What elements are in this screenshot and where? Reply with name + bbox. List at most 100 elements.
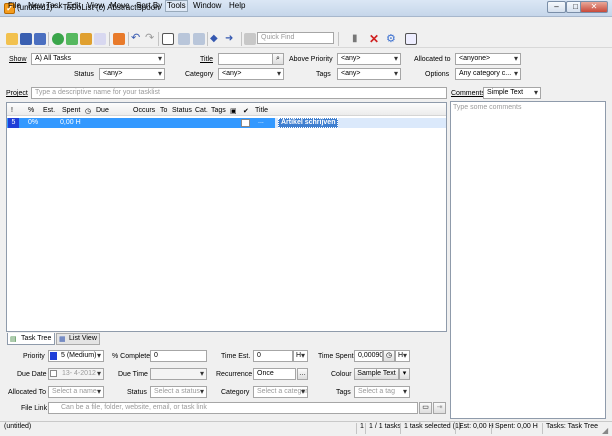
open-link-icon[interactable]: ⇥ bbox=[433, 402, 446, 414]
done-checkmark-icon: ✔ bbox=[243, 108, 249, 115]
column-header-spent[interactable]: Spent bbox=[62, 107, 80, 114]
comments-format-combo[interactable]: Simple Text bbox=[483, 87, 541, 99]
status-selected: 1 task selected (1) bbox=[400, 423, 461, 434]
options-filter-combo[interactable]: Any category c... bbox=[455, 68, 521, 80]
tags-filter-label: Tags bbox=[316, 71, 331, 78]
column-header-status[interactable]: Status bbox=[172, 107, 192, 114]
maximize-tasklist-icon[interactable] bbox=[162, 33, 174, 45]
window-layout-icon[interactable] bbox=[405, 33, 417, 45]
resize-grip-icon[interactable]: ◢ bbox=[602, 426, 608, 435]
quick-find-input[interactable]: Quick Find bbox=[257, 32, 334, 44]
task-done-checkbox[interactable] bbox=[241, 119, 250, 127]
task-list-panel[interactable] bbox=[6, 102, 447, 332]
task-spent-cell[interactable]: 0,00 H bbox=[60, 119, 81, 126]
toolbar-separator bbox=[241, 32, 242, 46]
move-left-icon[interactable]: ◆ bbox=[210, 33, 222, 45]
recurrence-options-button[interactable]: … bbox=[297, 368, 308, 380]
allocated-to-combo[interactable]: Select a name bbox=[48, 386, 104, 398]
status-filter-combo[interactable]: <any> bbox=[99, 68, 165, 80]
edit-pencil-icon[interactable] bbox=[80, 33, 92, 45]
recurrence-input[interactable]: Once bbox=[253, 368, 296, 380]
move-right-icon[interactable]: ➜ bbox=[225, 33, 237, 45]
show-filter-combo[interactable]: A) All Tasks bbox=[31, 53, 165, 65]
menu-tools[interactable]: Tools bbox=[165, 0, 188, 12]
status-filter-label: Status bbox=[74, 71, 94, 78]
menu-move[interactable]: Move bbox=[110, 1, 130, 10]
column-header-due[interactable]: Due bbox=[96, 107, 109, 114]
tags-combo[interactable]: Select a tag bbox=[354, 386, 410, 398]
time-spent-unit-combo[interactable]: H bbox=[395, 350, 410, 362]
close-window-button[interactable]: ✕ bbox=[580, 1, 608, 13]
time-estimate-input[interactable]: 0 bbox=[253, 350, 293, 362]
allocated-to-filter-label: Allocated to bbox=[414, 56, 451, 63]
column-header-tags[interactable]: Tags bbox=[211, 107, 226, 114]
column-header-estimate[interactable]: Est. bbox=[43, 107, 55, 114]
due-time-combo[interactable] bbox=[150, 368, 207, 380]
above-priority-combo[interactable]: <any> bbox=[337, 53, 401, 65]
menu-sort-by[interactable]: Sort By bbox=[136, 1, 162, 10]
category-combo[interactable]: Select a category bbox=[253, 386, 308, 398]
title-filter-options-button[interactable]: ⌕ bbox=[272, 53, 284, 65]
column-header-title[interactable]: Title bbox=[255, 107, 268, 114]
column-header-occurs[interactable]: Occurs bbox=[133, 107, 155, 114]
new-subtask-icon[interactable] bbox=[66, 33, 78, 45]
save-all-icon[interactable] bbox=[34, 33, 46, 45]
task-title-cell[interactable]: Artikel schrijven bbox=[278, 118, 339, 128]
expand-tasks-icon[interactable] bbox=[178, 33, 190, 45]
due-date-checkbox[interactable] bbox=[50, 370, 57, 377]
time-estimate-unit-combo[interactable]: H bbox=[293, 350, 308, 362]
tags-label: Tags bbox=[336, 389, 351, 396]
rename-icon[interactable] bbox=[94, 33, 106, 45]
menu-view[interactable]: View bbox=[87, 1, 104, 10]
sort-icon[interactable]: ▮ bbox=[352, 33, 364, 45]
save-icon[interactable] bbox=[20, 33, 32, 45]
browse-folder-icon[interactable]: ▭ bbox=[419, 402, 432, 414]
allocated-to-filter-combo[interactable]: <anyone> bbox=[455, 53, 521, 65]
colour-button[interactable]: Sample Text bbox=[354, 368, 399, 380]
tags-filter-combo[interactable]: <any> bbox=[337, 68, 401, 80]
category-label: Category bbox=[221, 389, 250, 396]
column-header-to[interactable]: To bbox=[160, 107, 167, 114]
column-header-percent[interactable]: % bbox=[28, 107, 34, 114]
collapse-tasks-icon[interactable] bbox=[193, 33, 205, 45]
project-label: Project bbox=[6, 90, 28, 97]
column-header-priority[interactable]: ! bbox=[11, 107, 13, 114]
status-spent: Spent: 0,00 H bbox=[491, 423, 538, 434]
timer-clock-icon[interactable]: ◷ bbox=[383, 350, 395, 362]
menu-file[interactable]: File bbox=[8, 1, 21, 10]
column-header-category[interactable]: Cat. bbox=[195, 107, 208, 114]
status-view: Tasks: Task Tree bbox=[542, 423, 598, 434]
menu-help[interactable]: Help bbox=[229, 1, 245, 10]
show-label: Show bbox=[9, 56, 27, 63]
comments-placeholder[interactable]: Type some comments bbox=[453, 104, 521, 111]
comments-panel[interactable] bbox=[450, 101, 606, 419]
redo-icon[interactable]: ↷ bbox=[145, 33, 157, 45]
toolbar-separator bbox=[158, 32, 159, 46]
calendar-column-icon: ▣ bbox=[230, 108, 237, 115]
toolbar-separator bbox=[48, 32, 49, 46]
task-priority-cell[interactable]: 5 bbox=[8, 118, 19, 128]
preferences-gear-icon[interactable]: ⚙ bbox=[386, 33, 398, 45]
delete-broom-icon[interactable] bbox=[113, 33, 125, 45]
time-spent-input[interactable]: 0,00090 bbox=[354, 350, 383, 362]
menu-window[interactable]: Window bbox=[193, 1, 221, 10]
status-file-name: (untitled) bbox=[4, 423, 32, 430]
time-estimate-label: Time Est. bbox=[221, 353, 251, 360]
colour-dropdown-button[interactable]: ▾ bbox=[399, 368, 410, 380]
toolbar-separator bbox=[338, 32, 339, 46]
open-folder-icon[interactable] bbox=[6, 33, 18, 45]
minimize-button[interactable]: – bbox=[547, 1, 566, 13]
find-tasks-icon[interactable] bbox=[244, 33, 256, 45]
percent-complete-input[interactable]: 0 bbox=[150, 350, 207, 362]
undo-icon[interactable]: ↶ bbox=[131, 33, 143, 45]
project-name-input[interactable]: Type a descriptive name for your tasklis… bbox=[31, 87, 447, 99]
status-combo[interactable]: Select a status bbox=[150, 386, 207, 398]
delete-task-icon[interactable]: ✕ bbox=[369, 33, 381, 45]
status-count: 1 bbox=[356, 423, 364, 434]
task-percent-cell[interactable]: 0% bbox=[28, 119, 38, 126]
menu-new-task[interactable]: New Task bbox=[28, 1, 63, 10]
file-link-input[interactable]: Can be a file, folder, website, email, o… bbox=[48, 402, 418, 414]
menu-edit[interactable]: Edit bbox=[67, 1, 81, 10]
category-filter-combo[interactable]: <any> bbox=[218, 68, 284, 80]
new-task-icon[interactable] bbox=[52, 33, 64, 45]
